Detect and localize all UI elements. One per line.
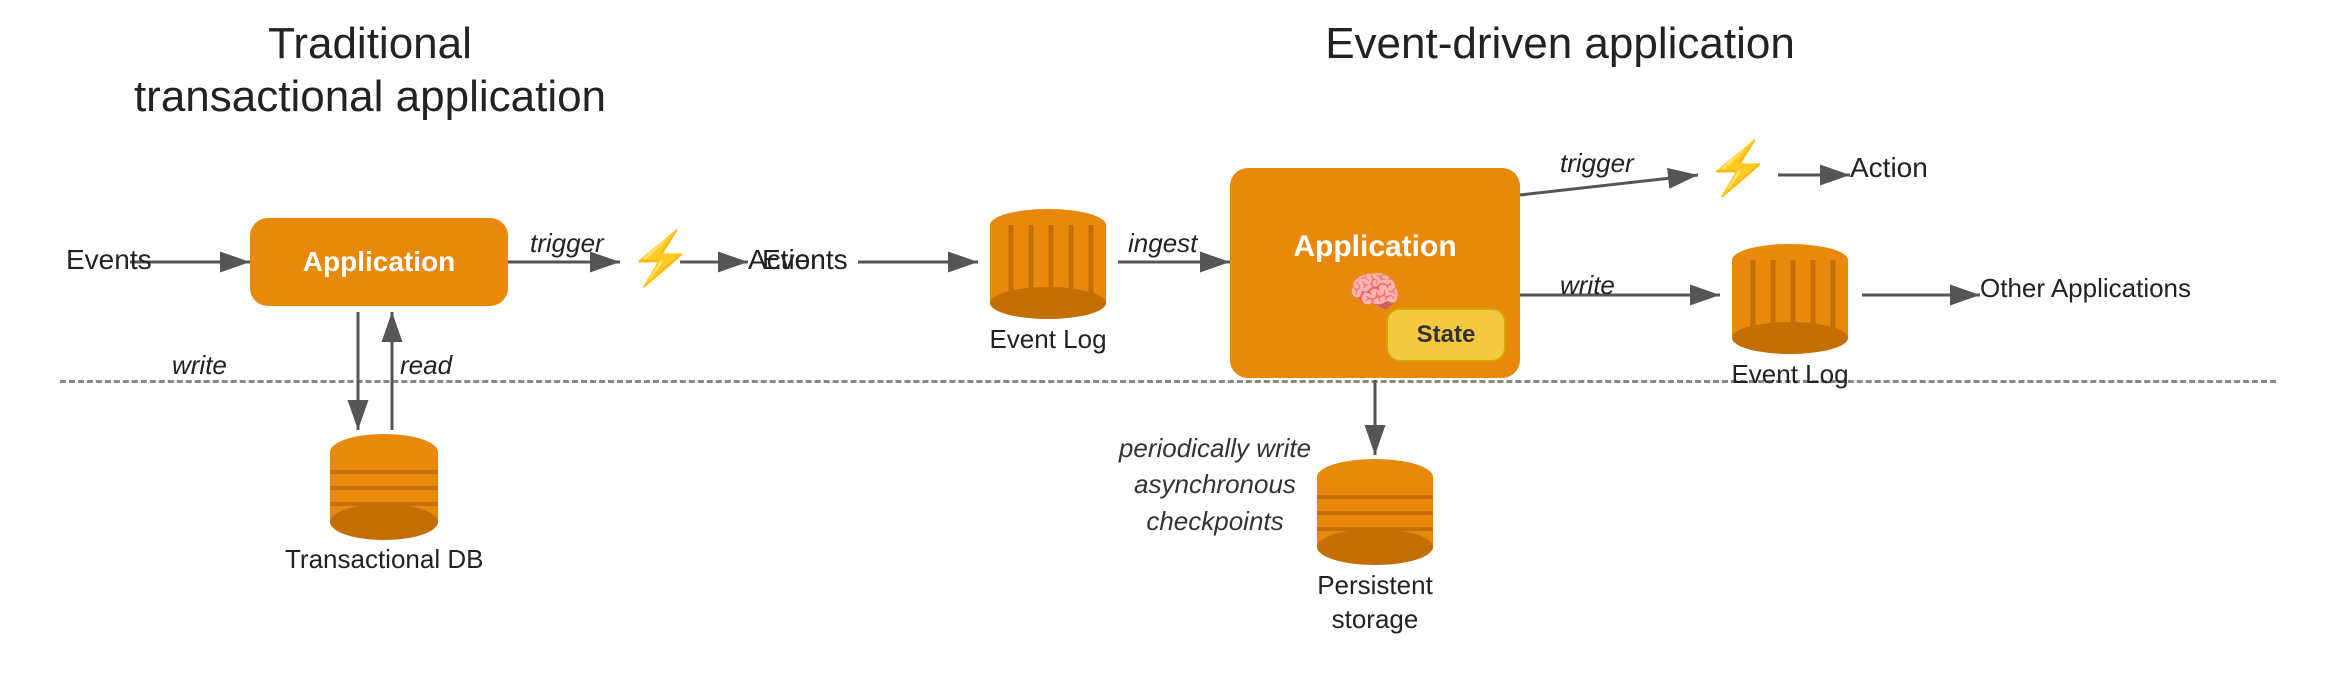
left-db-label: Transactional DB: [285, 544, 483, 575]
right-action-label: Action: [1850, 152, 1928, 184]
other-apps-label: Other Applications: [1980, 272, 2210, 306]
divider: [60, 380, 2276, 383]
left-write-label: write: [172, 350, 227, 381]
left-application-box: Application: [250, 218, 508, 306]
right-section-title: Event-driven application: [860, 18, 2260, 71]
right-event-log-right-label: Event Log: [1731, 359, 1848, 390]
diagram-container: Traditionaltransactional application Eve…: [0, 0, 2336, 688]
right-state-box: State: [1386, 308, 1506, 362]
left-db-icon: Transactional DB: [285, 430, 483, 575]
left-events-label: Events: [66, 244, 152, 276]
persistent-storage-label: Persistentstorage: [1317, 569, 1433, 637]
right-persistent-db: Persistentstorage: [1310, 455, 1440, 637]
right-events-label: Events: [762, 244, 848, 276]
left-section-title: Traditionaltransactional application: [60, 18, 680, 124]
left-lightning-icon: ⚡: [628, 228, 693, 289]
right-application-box: Application 🧠 State: [1230, 168, 1520, 378]
right-event-log-right: Event Log: [1720, 240, 1860, 390]
right-event-log-left-label: Event Log: [989, 324, 1106, 355]
right-trigger-label: trigger: [1560, 148, 1634, 179]
right-lightning-icon: ⚡: [1706, 138, 1771, 199]
left-trigger-label: trigger: [530, 228, 604, 259]
right-app-label: Application: [1293, 230, 1456, 264]
right-ingest-label: ingest: [1128, 228, 1197, 259]
left-read-label: read: [400, 350, 452, 381]
right-event-log-left: Event Log: [978, 205, 1118, 355]
right-write-label: write: [1560, 270, 1615, 301]
